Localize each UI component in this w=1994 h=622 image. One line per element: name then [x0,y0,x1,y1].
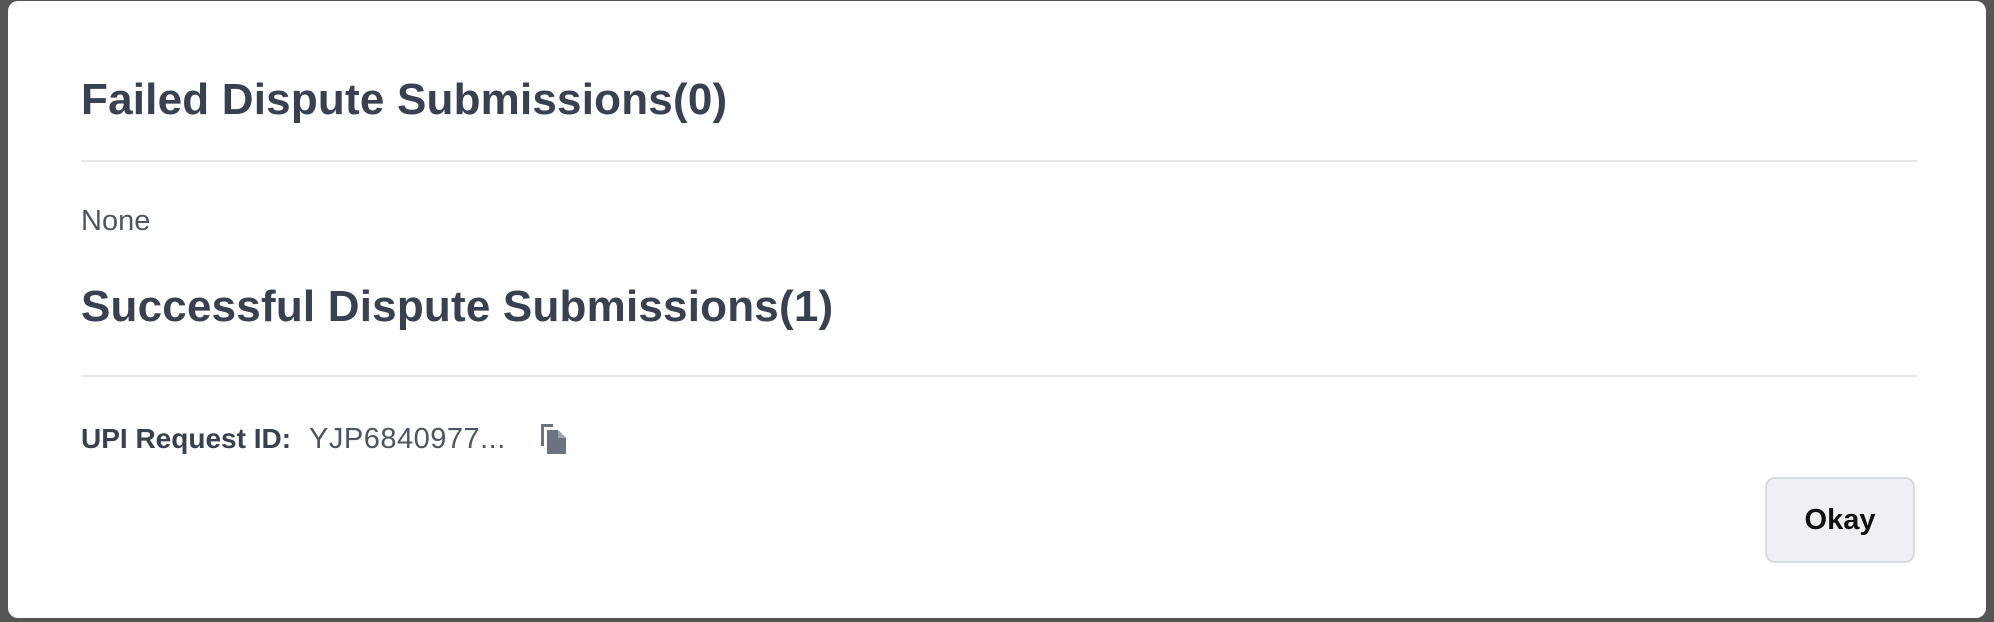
upi-request-id-label: UPI Request ID: [81,423,292,454]
upi-request-id-value: YJP6840977... [309,422,506,455]
successful-submissions-title: Successful Dispute Submissions(1) [81,282,834,331]
upi-request-id-row: UPI Request ID: YJP6840977... [81,419,570,459]
divider [81,375,1917,377]
divider [81,160,1917,162]
failed-submissions-empty-text: None [81,205,151,237]
okay-button[interactable]: Okay [1765,477,1915,563]
copy-icon-graphic [540,424,566,454]
copy-icon[interactable] [536,420,570,458]
failed-submissions-title: Failed Dispute Submissions(0) [81,75,728,124]
dispute-results-dialog: Failed Dispute Submissions(0) None Succe… [8,1,1986,618]
